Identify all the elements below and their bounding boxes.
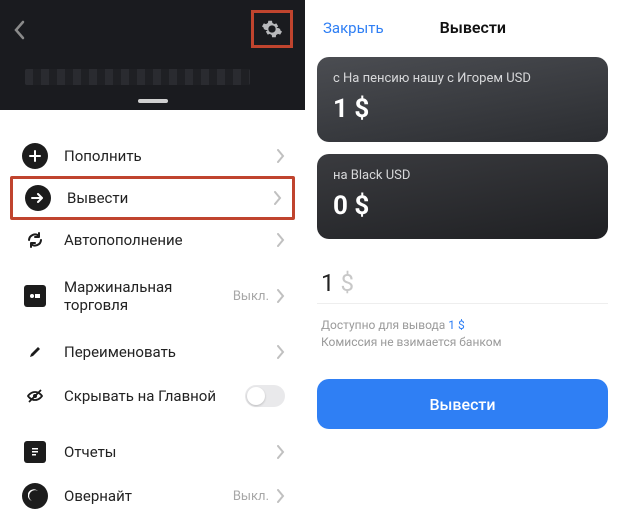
menu-topup[interactable]: Пополнить: [0, 134, 305, 178]
margin-icon: [24, 285, 46, 307]
menu-label: Автопополнение: [64, 231, 277, 249]
withdraw-highlight: Вывести: [10, 176, 295, 220]
menu-label: Скрывать на Главной: [64, 387, 245, 405]
plus-icon: [22, 143, 48, 169]
menu-withdraw[interactable]: Вывести: [13, 179, 292, 217]
amount-value: 1: [321, 269, 335, 297]
account-header: [0, 0, 305, 110]
withdraw-pane: Закрыть Вывести с На пенсию нашу с Игоре…: [305, 0, 620, 525]
available-prefix: Доступно для вывода: [321, 318, 448, 332]
menu-margin[interactable]: Маржинальная торговля Выкл.: [0, 274, 305, 318]
page-title: Вывести: [344, 18, 602, 37]
blurred-account-name: [25, 69, 250, 85]
card-amount: 0 $: [333, 191, 592, 221]
fee-note: Комиссия не взимается банком: [317, 335, 608, 349]
chevron-right-icon: [274, 191, 282, 205]
amount-currency: $: [340, 269, 354, 297]
menu-label: Маржинальная торговля: [64, 278, 233, 314]
chevron-right-icon: [277, 149, 285, 163]
to-account-card[interactable]: на Black USD 0 $: [317, 154, 608, 239]
settings-pane: Пополнить Вывести Автопополнение Маржина…: [0, 0, 305, 525]
available-link[interactable]: 1 $: [448, 318, 464, 332]
card-caption: на Black USD: [333, 168, 592, 183]
menu-label: Овернайт: [64, 487, 233, 505]
card-caption: с На пенсию нашу с Игорем USD: [333, 71, 592, 86]
available-line: Доступно для вывода 1 $: [317, 318, 608, 332]
menu-overnight[interactable]: Овернайт Выкл.: [0, 474, 305, 518]
menu-hide[interactable]: Скрывать на Главной: [0, 374, 305, 418]
chevron-right-icon: [277, 489, 285, 503]
pencil-icon: [22, 339, 48, 365]
eye-off-icon: [22, 383, 48, 409]
chevron-right-icon: [277, 445, 285, 459]
menu-meta: Выкл.: [233, 489, 269, 504]
chevron-right-icon: [277, 345, 285, 359]
document-icon: [24, 441, 46, 463]
menu-reports[interactable]: Отчеты: [0, 430, 305, 474]
arrow-right-icon: [25, 185, 51, 211]
hide-toggle[interactable]: [245, 385, 285, 407]
gear-highlight: [251, 10, 293, 48]
moon-icon: [22, 483, 48, 509]
chevron-right-icon: [277, 233, 285, 247]
chevron-right-icon: [277, 289, 285, 303]
back-icon[interactable]: [14, 20, 26, 40]
menu-label: Вывести: [67, 189, 274, 207]
card-amount: 1 $: [333, 94, 592, 124]
refresh-icon: [22, 227, 48, 253]
from-account-card[interactable]: с На пенсию нашу с Игорем USD 1 $: [317, 57, 608, 142]
menu-autotopup[interactable]: Автопополнение: [0, 218, 305, 262]
menu-list: Пополнить Вывести Автопополнение Маржина…: [0, 110, 305, 518]
sheet-handle[interactable]: [138, 99, 168, 103]
withdraw-header: Закрыть Вывести: [317, 0, 608, 45]
menu-rename[interactable]: Переименовать: [0, 330, 305, 374]
menu-label: Переименовать: [64, 343, 277, 361]
menu-meta: Выкл.: [233, 289, 269, 304]
menu-label: Пополнить: [64, 147, 277, 165]
gear-icon[interactable]: [261, 18, 283, 40]
withdraw-button[interactable]: Вывести: [317, 379, 608, 429]
amount-input[interactable]: 1 $: [317, 269, 608, 304]
menu-label: Отчеты: [64, 443, 277, 461]
